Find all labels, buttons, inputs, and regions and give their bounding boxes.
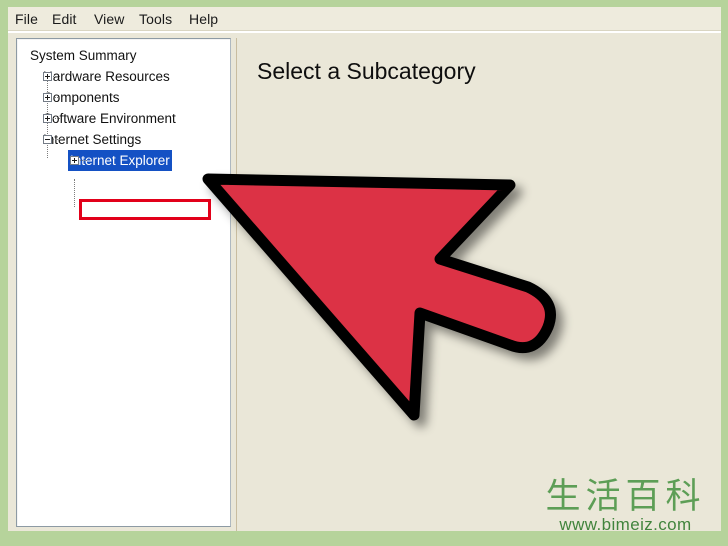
menu-item-view[interactable]: View <box>94 11 125 27</box>
tree-item-internet-settings[interactable]: Internet Settings <box>17 129 230 150</box>
expand-plus-icon[interactable] <box>43 114 52 123</box>
menu-bar-divider <box>8 30 721 33</box>
tree-item-system-summary[interactable]: System Summary <box>17 45 230 66</box>
tree-item-label: Software Environment <box>43 111 176 126</box>
tree-item-internet-explorer[interactable]: Internet Explorer <box>17 150 230 171</box>
expand-plus-icon[interactable] <box>70 156 79 165</box>
tree-connector-dash-icon <box>53 118 60 120</box>
tree-item-hardware-resources[interactable]: Hardware Resources <box>17 66 230 87</box>
tree-connector-dash-icon <box>53 76 60 78</box>
menu-item-tools[interactable]: Tools <box>139 11 172 27</box>
screenshot-frame: File Edit View Tools Help System Summary… <box>0 0 728 546</box>
menu-bar: File Edit View Tools Help <box>8 7 721 33</box>
expand-plus-icon[interactable] <box>43 93 52 102</box>
tree-connector-dash-icon <box>53 97 60 99</box>
tree-item-components[interactable]: Components <box>17 87 230 108</box>
tree-item-label: System Summary <box>30 48 137 63</box>
menu-item-help[interactable]: Help <box>189 11 218 27</box>
tree-connector-dash-icon <box>80 160 87 162</box>
content-pane: Select a Subcategory <box>236 38 721 531</box>
expand-plus-icon[interactable] <box>43 72 52 81</box>
tree-item-software-environment[interactable]: Software Environment <box>17 108 230 129</box>
tree-connector-line-2 <box>74 179 76 207</box>
menu-item-edit[interactable]: Edit <box>52 11 77 27</box>
menu-item-file[interactable]: File <box>15 11 38 27</box>
system-information-window: File Edit View Tools Help System Summary… <box>8 7 721 531</box>
page-title: Select a Subcategory <box>257 58 476 84</box>
tree-item-label: Hardware Resources <box>43 69 170 84</box>
tree-connector-dash-icon <box>53 139 60 141</box>
red-highlight-box <box>79 199 211 220</box>
collapse-minus-icon[interactable] <box>43 135 52 144</box>
category-tree-pane[interactable]: System Summary Hardware Resources Compon… <box>16 38 231 527</box>
category-tree: System Summary Hardware Resources Compon… <box>17 39 230 171</box>
